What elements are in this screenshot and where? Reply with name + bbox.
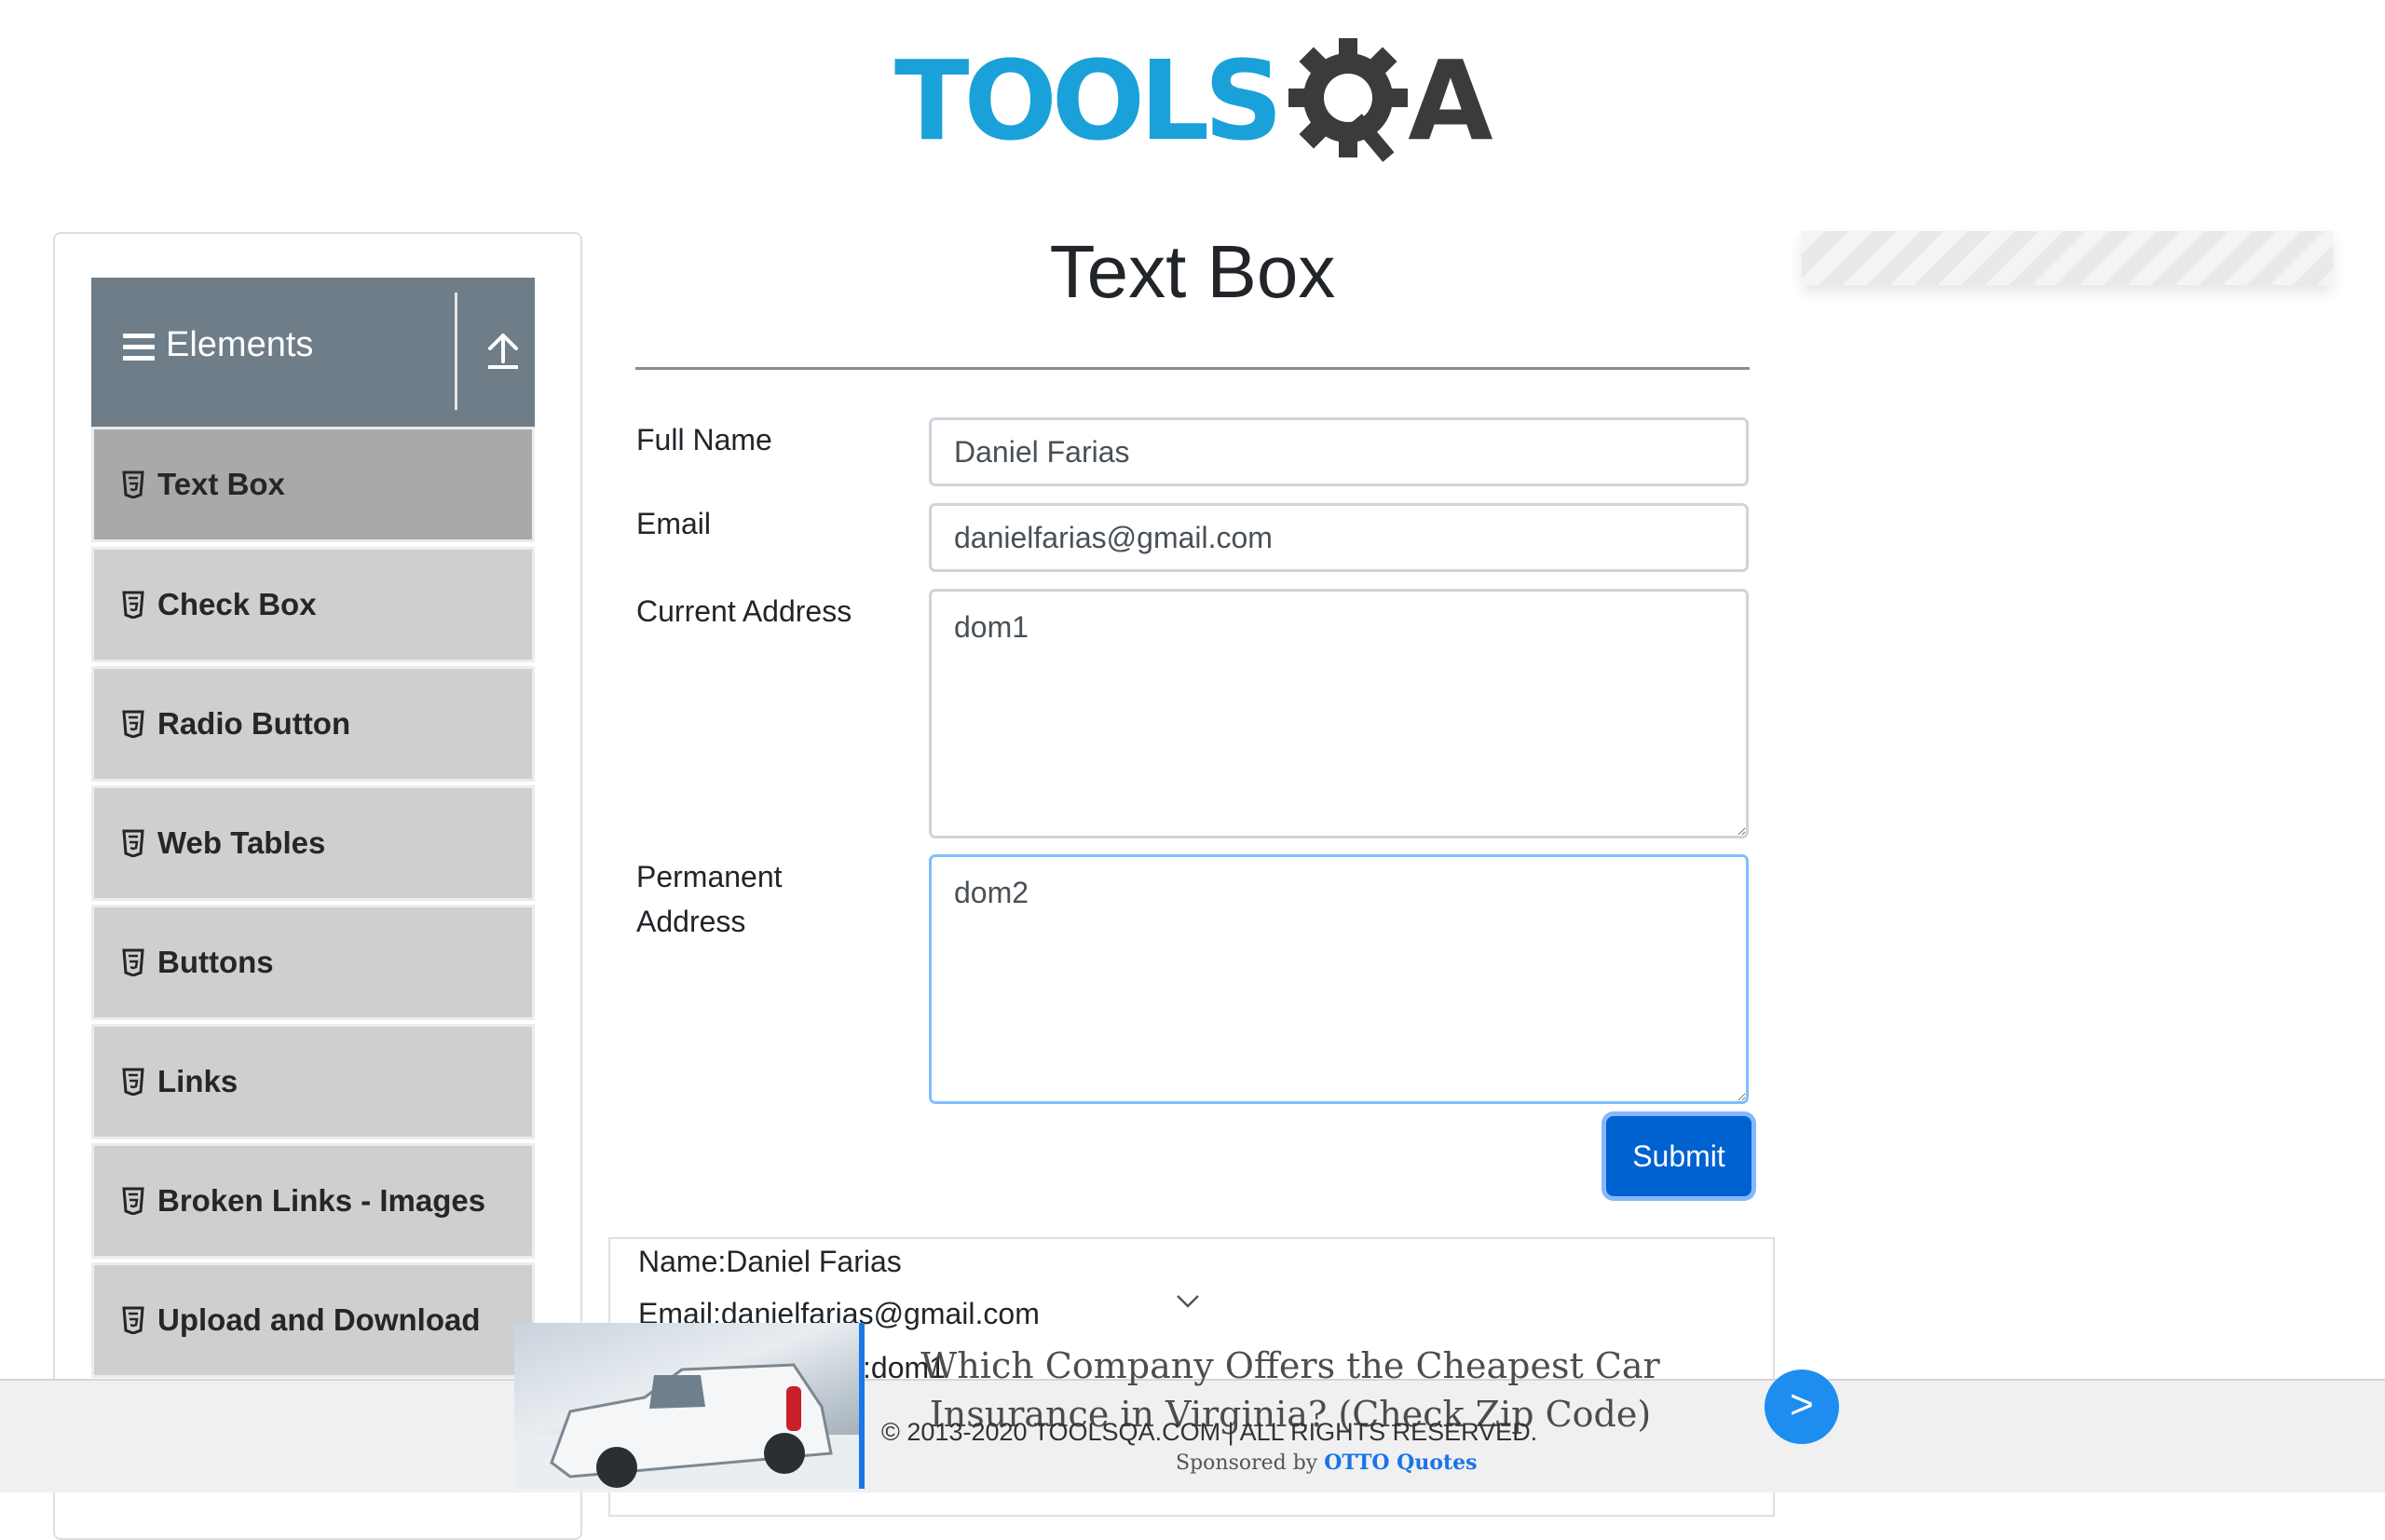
logo-text-tools: TOOLS [894,36,1283,165]
sidebar-item-text-box[interactable]: Text Box [91,427,535,542]
sidebar-item-web-tables[interactable]: Web Tables [91,785,535,901]
ad-sponsored-by: Sponsored by [1176,1451,1318,1475]
output-name: Name:Daniel Farias [638,1245,902,1278]
sidebar-item-label: Broken Links - Images [157,1183,486,1218]
email-label: Email [636,507,712,540]
sidebar-item-check-box[interactable]: Check Box [91,547,535,662]
html5-icon [122,1187,144,1216]
sidebar-item-buttons[interactable]: Buttons [91,905,535,1020]
ad-sponsor[interactable]: Sponsored by OTTO Quotes [1176,1451,1478,1475]
footer-copyright: © 2013-2020 TOOLSQA.COM | ALL RIGHTS RES… [881,1418,1538,1446]
sidebar-group-elements[interactable]: Elements [91,278,535,427]
html5-icon [122,710,144,739]
sidebar-item-label: Check Box [157,587,317,621]
sidebar-item-upload-download[interactable]: Upload and Download [91,1262,535,1378]
html5-icon [122,948,144,977]
permanent-address-label: Permanent [636,860,783,893]
submit-button[interactable]: Submit [1606,1116,1751,1196]
logo-text-a: A [1408,36,1493,165]
sidebar-item-label: Links [157,1064,238,1098]
html5-icon [122,591,144,620]
sidebar-item-label: Radio Button [157,706,351,741]
ad-arrow-button[interactable]: > [1765,1370,1839,1444]
chevron-down-icon[interactable] [1176,1293,1200,1310]
collapse-arrow-icon[interactable] [484,330,522,373]
divider [635,367,1750,370]
ad-image[interactable] [514,1323,865,1489]
divider [455,293,457,410]
current-address-textarea[interactable]: dom1 [929,589,1749,838]
sidebar-item-broken-links[interactable]: Broken Links - Images [91,1143,535,1259]
html5-icon [122,1306,144,1335]
permanent-address-label: Address [636,905,746,938]
sidebar-item-label: Text Box [157,467,285,501]
page-title: Text Box [1049,230,1336,313]
html5-icon [122,829,144,858]
full-name-input[interactable] [929,417,1749,486]
sidebar-item-label: Web Tables [157,825,326,860]
html5-icon [122,1068,144,1097]
current-address-label: Current Address [636,594,852,628]
email-input[interactable] [929,503,1749,572]
sidebar-group-title: Elements [166,325,314,364]
toolsqa-logo[interactable]: TOOLS A [894,26,1493,175]
full-name-label: Full Name [636,423,772,457]
gear-icon [1287,31,1417,170]
ad-sponsor-name: OTTO Quotes [1324,1451,1478,1475]
ad-banner-right[interactable] [1802,231,2333,285]
sidebar-item-radio-button[interactable]: Radio Button [91,666,535,782]
html5-icon [122,470,144,499]
sidebar-item-links[interactable]: Links [91,1024,535,1139]
sidebar-item-label: Upload and Download [157,1302,481,1337]
sidebar-item-label: Buttons [157,945,274,979]
hamburger-icon [123,334,155,361]
permanent-address-textarea[interactable]: dom2 [929,854,1749,1104]
